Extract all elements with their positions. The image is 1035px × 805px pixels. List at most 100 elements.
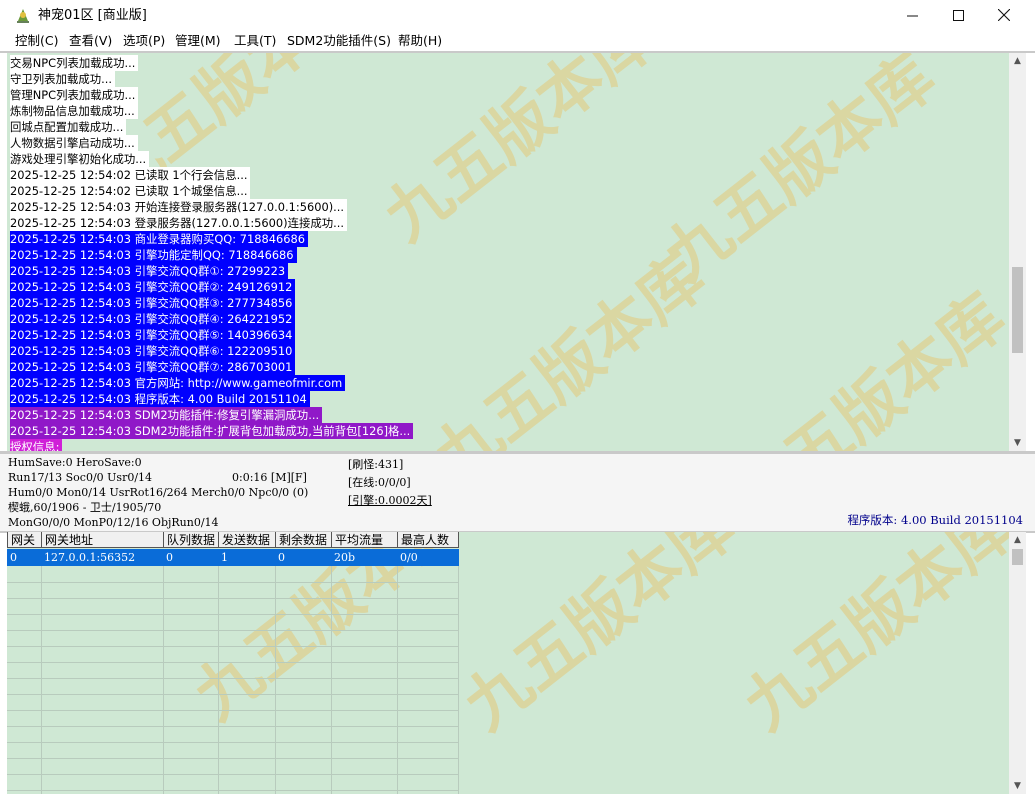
svg-text:九五版本库: 九五版本库 <box>731 532 1009 745</box>
log-line: 2025-12-25 12:54:03 引擎交流QQ群④: 264221952 <box>10 311 296 327</box>
menu-help[interactable]: 帮助(H) <box>398 32 442 49</box>
cell-avg: 20b <box>334 551 356 564</box>
scroll-down-icon[interactable]: ▼ <box>1009 778 1026 794</box>
svg-text:九五版本库: 九五版本库 <box>451 532 749 745</box>
status-engine: [引擎:0.0002天] <box>348 494 432 507</box>
grid-line <box>7 742 459 743</box>
log-line: 游戏处理引擎初始化成功... <box>10 151 150 167</box>
log-line: 2025-12-25 12:54:03 引擎交流QQ群⑥: 122209510 <box>10 343 296 359</box>
grid-line <box>7 710 459 711</box>
status-refresh: [刷怪:431] <box>348 458 404 471</box>
cell-gate: 0 <box>10 551 17 564</box>
scroll-up-icon[interactable]: ▲ <box>1009 532 1026 548</box>
grid-line <box>163 566 164 794</box>
minimize-button[interactable] <box>889 0 935 30</box>
grid-line <box>7 758 459 759</box>
svg-text:九五版本库: 九五版本库 <box>651 53 949 296</box>
grid-line <box>7 646 459 647</box>
maximize-button[interactable] <box>935 0 981 30</box>
log-panel[interactable]: 九五版本库 九五版本库 九五版本库 九五版本库 九五版本库 交易NPC列表加载成… <box>7 53 1009 451</box>
grid-line <box>397 566 398 794</box>
status-run: Run17/13 Soc0/0 Usr0/14 <box>8 471 153 484</box>
status-save: HumSave:0 HeroSave:0 <box>8 456 142 469</box>
col-avg-traffic[interactable]: 平均流量 <box>331 532 398 548</box>
grid-line <box>275 566 276 794</box>
menu-tools[interactable]: 工具(T) <box>234 32 276 49</box>
log-line: 炼制物品信息加载成功... <box>10 103 138 119</box>
log-line: 2025-12-25 12:54:03 官方网站: http://www.gam… <box>10 375 346 391</box>
cell-address: 127.0.0.1:56352 <box>44 551 136 564</box>
log-line: 2025-12-25 12:54:03 引擎交流QQ群③: 277734856 <box>10 295 296 311</box>
log-scrollbar[interactable]: ▲ ▼ <box>1009 53 1026 451</box>
log-line: 2025-12-25 12:54:03 引擎交流QQ群①: 27299223 <box>10 263 289 279</box>
log-line: 2025-12-25 12:54:03 SDM2功能插件:修复引擎漏洞成功... <box>10 407 323 423</box>
col-max-users[interactable]: 最高人数 <box>397 532 459 548</box>
scroll-thumb[interactable] <box>1012 267 1023 353</box>
gate-panel: 九五版本库 九五版本库 九五版本库 网关 网关地址 队列数据 发送数据 剩余数据… <box>7 532 1009 794</box>
maximize-icon <box>952 9 964 21</box>
svg-text:九五版本库: 九五版本库 <box>721 280 1009 451</box>
log-line: 2025-12-25 12:54:02 已读取 1个城堡信息... <box>10 183 251 199</box>
grid-line <box>7 726 459 727</box>
svg-text:九五版本库: 九五版本库 <box>421 240 719 451</box>
scroll-down-icon[interactable]: ▼ <box>1009 435 1026 451</box>
log-line: 2025-12-25 12:54:03 开始连接登录服务器(127.0.0.1:… <box>10 199 348 215</box>
col-queue-data[interactable]: 队列数据 <box>163 532 219 548</box>
status-mon-group: MonG0/0/0 MonP0/12/16 ObjRun0/14 <box>8 516 219 529</box>
window-title: 神宠01区 [商业版] <box>38 8 147 23</box>
program-version: 程序版本: 4.00 Build 20151104 <box>847 513 1023 527</box>
log-line: 2025-12-25 12:54:03 引擎功能定制QQ: 718846686 <box>10 247 297 263</box>
log-line: 2025-12-25 12:54:03 引擎交流QQ群⑦: 286703001 <box>10 359 296 375</box>
grid-line <box>41 566 42 794</box>
grid-line <box>7 790 459 791</box>
col-send-data[interactable]: 发送数据 <box>218 532 276 548</box>
menu-control[interactable]: 控制(C) <box>15 32 58 49</box>
cell-max: 0/0 <box>400 551 418 564</box>
grid-line <box>7 630 459 631</box>
grid-line <box>7 582 459 583</box>
grid-line <box>7 614 459 615</box>
cell-remaining: 0 <box>278 551 285 564</box>
scroll-thumb[interactable] <box>1012 549 1023 565</box>
status-monster: 楔蛾,60/1906 - 卫士/1905/70 <box>8 501 162 514</box>
grid-line <box>458 566 459 794</box>
col-remaining-data[interactable]: 剩余数据 <box>275 532 332 548</box>
app-icon <box>17 9 29 23</box>
menu-bar: 控制(C) 查看(V) 选项(P) 管理(M) 工具(T) SDM2功能插件(S… <box>0 30 1035 51</box>
svg-text:九五版本库: 九五版本库 <box>371 53 669 256</box>
grid-line <box>7 598 459 599</box>
cell-queue: 0 <box>166 551 173 564</box>
menu-view[interactable]: 查看(V) <box>69 32 112 49</box>
log-line: 2025-12-25 12:54:03 引擎交流QQ群⑤: 140396634 <box>10 327 296 343</box>
log-line: 2025-12-25 12:54:03 SDM2功能插件:扩展背包加载成功,当前… <box>10 423 414 439</box>
status-hum: Hum0/0 Mon0/14 UsrRot16/264 Merch0/0 Npc… <box>8 486 309 499</box>
log-line: 回城点配置加载成功... <box>10 119 127 135</box>
menu-options[interactable]: 选项(P) <box>123 32 165 49</box>
close-button[interactable] <box>981 0 1027 30</box>
log-line: 人物数据引擎启动成功... <box>10 135 138 151</box>
log-line: 2025-12-25 12:54:02 已读取 1个行会信息... <box>10 167 251 183</box>
title-bar: 神宠01区 [商业版] <box>0 0 1035 30</box>
menu-manage[interactable]: 管理(M) <box>175 32 221 49</box>
log-line: 2025-12-25 12:54:03 登录服务器(127.0.0.1:5600… <box>10 215 348 231</box>
menu-sdm2-plugin[interactable]: SDM2功能插件(S) <box>287 32 391 49</box>
cell-send: 1 <box>221 551 228 564</box>
grid-line <box>7 774 459 775</box>
col-gate-address[interactable]: 网关地址 <box>41 532 164 548</box>
log-line: 交易NPC列表加载成功... <box>10 55 139 71</box>
grid-line <box>218 566 219 794</box>
close-icon <box>998 9 1010 21</box>
log-line: 管理NPC列表加载成功... <box>10 87 139 103</box>
grid-line <box>7 694 459 695</box>
col-gate[interactable]: 网关 <box>7 532 42 548</box>
status-online: [在线:0/0/0] <box>348 476 411 489</box>
grid-line <box>7 662 459 663</box>
log-line: 2025-12-25 12:54:03 商业登录器购买QQ: 718846686 <box>10 231 308 247</box>
minimize-icon <box>906 15 918 16</box>
status-timer: 0:0:16 [M][F] <box>232 471 307 484</box>
grid-line <box>331 566 332 794</box>
scroll-up-icon[interactable]: ▲ <box>1009 53 1026 69</box>
log-line: 授权信息: <box>10 439 63 451</box>
table-scrollbar[interactable]: ▲ ▼ <box>1009 532 1026 794</box>
log-line: 2025-12-25 12:54:03 引擎交流QQ群②: 249126912 <box>10 279 296 295</box>
